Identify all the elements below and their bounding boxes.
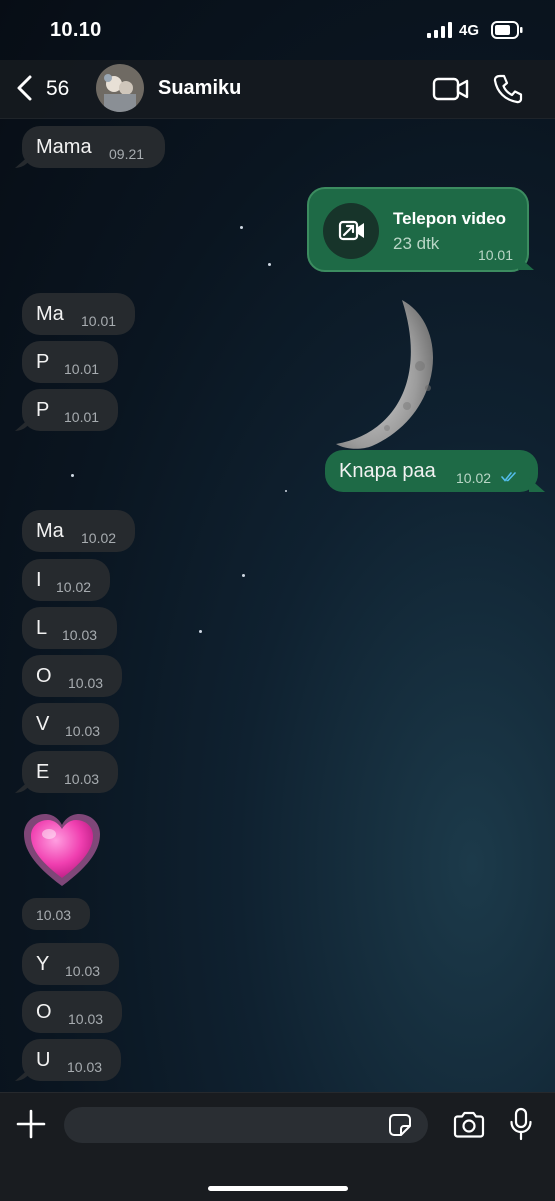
message-bubble[interactable]: E 10.03 xyxy=(22,751,118,793)
chevron-left-icon[interactable] xyxy=(14,74,36,102)
message-bubble[interactable]: P 10.01 xyxy=(22,389,118,431)
message-text: I xyxy=(36,569,42,591)
message-time: 10.02 xyxy=(81,530,117,546)
home-indicator xyxy=(208,1186,348,1191)
message-text: O xyxy=(36,1001,52,1023)
message-bubble[interactable]: U 10.03 xyxy=(22,1039,121,1081)
wallpaper-star xyxy=(268,263,271,266)
message-text: U xyxy=(36,1049,51,1071)
plus-icon[interactable] xyxy=(15,1108,47,1140)
message-time: 10.01 xyxy=(477,247,513,263)
message-bubble[interactable]: Ma 10.01 xyxy=(22,293,135,335)
message-time: 10.03 xyxy=(67,1059,103,1075)
wallpaper-star xyxy=(242,574,245,577)
message-bubble[interactable]: V 10.03 xyxy=(22,703,119,745)
message-time: 10.03 xyxy=(65,963,101,979)
video-camera-icon[interactable] xyxy=(432,75,470,103)
camera-icon[interactable] xyxy=(452,1111,486,1139)
battery-icon xyxy=(491,21,523,39)
contact-name[interactable]: Suamiku xyxy=(158,77,241,100)
message-time: 10.03 xyxy=(64,771,100,787)
message-text: Ma xyxy=(36,303,64,325)
message-text: P xyxy=(36,351,50,373)
message-bubble[interactable]: Y 10.03 xyxy=(22,943,119,985)
message-text: O xyxy=(36,665,52,687)
status-time: 10.10 xyxy=(50,19,102,41)
message-text: L xyxy=(36,617,48,639)
message-time: 10.02 xyxy=(56,579,92,595)
message-time: 10.03 xyxy=(62,627,98,643)
message-bubble[interactable]: Ma 10.02 xyxy=(22,510,135,552)
chat-header: 56 Suamiku xyxy=(0,60,555,119)
message-text: P xyxy=(36,399,50,421)
wallpaper-star xyxy=(199,630,202,633)
message-text: Ma xyxy=(36,520,64,542)
call-duration: 23 dtk xyxy=(393,234,440,253)
message-text: V xyxy=(36,713,50,735)
network-label: 4G xyxy=(459,22,480,39)
message-bubble[interactable]: P 10.01 xyxy=(22,341,118,383)
video-call-message[interactable]: Telepon video 23 dtk 10.01 xyxy=(307,187,529,272)
sticker-icon[interactable] xyxy=(388,1113,412,1137)
message-time: 10.03 xyxy=(65,723,101,739)
message-time: 10.01 xyxy=(64,409,100,425)
message-text: Mama xyxy=(36,136,92,158)
signal-icon xyxy=(427,22,452,38)
message-input-bar xyxy=(0,1092,555,1201)
status-bar: 10.10 4G xyxy=(0,0,555,60)
message-bubble[interactable]: Mama 09.21 xyxy=(22,126,165,168)
unread-count[interactable]: 56 xyxy=(46,77,69,101)
message-time: 10.03 xyxy=(68,1011,104,1027)
message-bubble[interactable]: O 10.03 xyxy=(22,655,122,697)
message-input[interactable] xyxy=(64,1107,428,1143)
message-text: Y xyxy=(36,953,50,975)
double-check-icon xyxy=(501,472,516,482)
wallpaper-star xyxy=(285,490,287,492)
message-time: 10.01 xyxy=(81,313,117,329)
message-bubble[interactable]: I 10.02 xyxy=(22,559,110,601)
message-bubble[interactable]: Knapa paa 10.02 xyxy=(325,450,538,492)
message-time: 10.03 xyxy=(68,675,104,691)
microphone-icon[interactable] xyxy=(509,1107,533,1141)
message-time: 10.01 xyxy=(64,361,100,377)
message-time-chip: 10.03 xyxy=(22,898,90,930)
message-bubble[interactable]: O 10.03 xyxy=(22,991,122,1033)
phone-icon[interactable] xyxy=(492,73,524,105)
message-time: 10.02 xyxy=(456,470,492,486)
call-title: Telepon video xyxy=(393,209,507,228)
wallpaper-star xyxy=(71,474,74,477)
message-time: 09.21 xyxy=(109,146,145,162)
growing-heart-emoji[interactable] xyxy=(22,812,102,890)
message-text: E xyxy=(36,761,50,783)
message-text: Knapa paa xyxy=(339,460,436,482)
avatar[interactable] xyxy=(96,64,144,112)
message-bubble[interactable]: L 10.03 xyxy=(22,607,117,649)
wallpaper-star xyxy=(240,226,243,229)
moon-wallpaper xyxy=(336,300,434,449)
outgoing-video-call-icon xyxy=(323,203,379,259)
